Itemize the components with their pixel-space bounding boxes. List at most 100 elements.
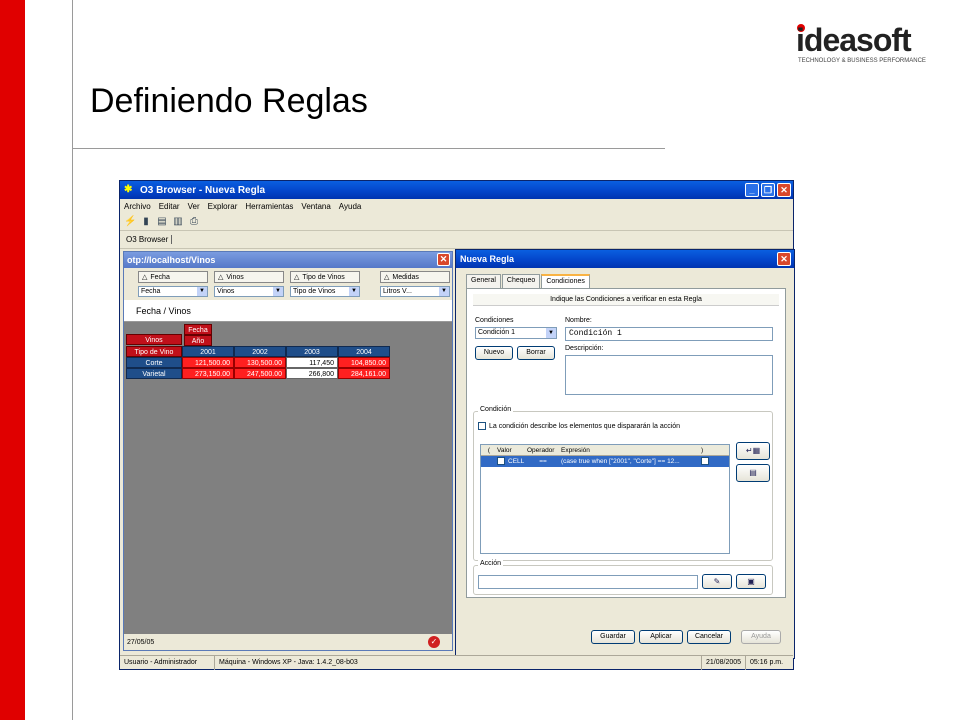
- tab-condiciones[interactable]: Condiciones: [541, 274, 590, 288]
- dimension-header-fecha[interactable]: △ Fecha: [138, 271, 208, 283]
- col-valor: Valor: [497, 447, 512, 454]
- pivot-year-header[interactable]: 2003: [286, 346, 338, 357]
- menu-herramientas[interactable]: Herramientas: [245, 202, 293, 211]
- view-label: Fecha / Vinos: [136, 305, 191, 316]
- tab-o3-browser[interactable]: O3 Browser: [126, 235, 173, 244]
- close-paren-checkbox[interactable]: [701, 457, 709, 466]
- ayuda-button[interactable]: Ayuda: [741, 630, 781, 644]
- tab-general[interactable]: General: [466, 274, 501, 288]
- condicion-group: Condición La condición describe los elem…: [473, 406, 773, 561]
- nuevo-button[interactable]: Nuevo: [475, 346, 513, 360]
- pivot-row-dim[interactable]: Vinos: [126, 334, 182, 345]
- pivot-year-header[interactable]: 2004: [338, 346, 390, 357]
- pivot-year-header[interactable]: 2001: [182, 346, 234, 357]
- chevron-down-icon: ▼: [197, 287, 207, 296]
- accent-bar: [0, 0, 25, 720]
- minimize-button[interactable]: _: [745, 183, 759, 197]
- disconnect-icon[interactable]: ▮: [140, 216, 152, 228]
- cube-status-bar: 27/05/05 ✓: [124, 634, 452, 650]
- pivot-cell[interactable]: 130,500.00: [234, 357, 286, 368]
- menu-ver[interactable]: Ver: [188, 202, 200, 211]
- pivot-cell[interactable]: 104,850.00: [338, 357, 390, 368]
- pivot-cell[interactable]: 266,800: [286, 368, 338, 379]
- pivot-cell[interactable]: 247,500.00: [234, 368, 286, 379]
- pivot-col-sub[interactable]: Año: [184, 335, 212, 346]
- cube-close-button[interactable]: ✕: [437, 253, 450, 266]
- close-button[interactable]: ✕: [777, 183, 791, 197]
- accion-legend: Acción: [478, 560, 504, 567]
- triangle-icon: △: [384, 274, 390, 281]
- condicion-checkbox[interactable]: [478, 422, 486, 430]
- logo-tagline: TECHNOLOGY & BUSINESS PERFORMANCE: [798, 58, 926, 64]
- descripcion-label: Descripción:: [565, 345, 604, 352]
- logo-text: ideasoft: [796, 22, 912, 58]
- slide-title: Definiendo Reglas: [90, 82, 368, 120]
- dimension-select-medidas[interactable]: Litros V... ▼: [380, 286, 450, 297]
- accion-group: Acción ✎ ▣: [473, 560, 773, 595]
- condicion-legend: Condición: [478, 406, 514, 413]
- pivot-cell[interactable]: 117,450: [286, 357, 338, 368]
- new-action-icon[interactable]: ▣: [736, 574, 766, 589]
- paren-checkbox[interactable]: [497, 457, 505, 466]
- cancelar-button[interactable]: Cancelar: [687, 630, 731, 644]
- rule-dialog-title: Nueva Regla: [460, 254, 515, 264]
- dimension-select-vinos[interactable]: Vinos ▼: [214, 286, 284, 297]
- condicion-checkbox-row[interactable]: La condición describe los elementos que …: [478, 422, 680, 430]
- app-icon: ✱: [124, 184, 133, 195]
- pivot-row-label[interactable]: Varietal: [126, 368, 182, 379]
- table-row[interactable]: CELL == (case true when ["2001", "Corte"…: [481, 456, 729, 467]
- condiciones-select[interactable]: Condición 1 ▼: [475, 327, 557, 339]
- dimension-select-tipo[interactable]: Tipo de Vinos ▼: [290, 286, 360, 297]
- ideasoft-logo: ideasoft TECHNOLOGY & BUSINESS PERFORMAN…: [792, 22, 932, 66]
- toolbar: ⚡ ▮ ▤ ▥ ⎙: [120, 213, 793, 231]
- dimension-select-fecha[interactable]: Fecha ▼: [138, 286, 208, 297]
- divider-vertical: [72, 0, 73, 720]
- window-title: O3 Browser - Nueva Regla: [140, 184, 266, 196]
- view-label-bar: Fecha / Vinos: [124, 300, 452, 322]
- pivot-row-sub[interactable]: Tipo de Vino: [126, 346, 182, 357]
- borrar-button[interactable]: Borrar: [517, 346, 555, 360]
- menu-bar: Archivo Editar Ver Explorar Herramientas…: [120, 199, 793, 213]
- cube-status-date: 27/05/05: [127, 638, 155, 646]
- slide: Definiendo Reglas ideasoft TECHNOLOGY & …: [0, 0, 960, 720]
- nombre-input[interactable]: Condición 1: [565, 327, 773, 341]
- menu-explorar[interactable]: Explorar: [208, 202, 238, 211]
- dimension-medidas: △ Medidas Litros V... ▼: [380, 271, 450, 297]
- menu-ventana[interactable]: Ventana: [301, 202, 330, 211]
- rule-dialog: Nueva Regla ✕ General Chequeo Condicione…: [455, 249, 795, 659]
- dimension-header-medidas[interactable]: △ Medidas: [380, 271, 450, 283]
- guardar-button[interactable]: Guardar: [591, 630, 635, 644]
- chevron-down-icon: ▼: [349, 287, 359, 296]
- menu-editar[interactable]: Editar: [159, 202, 180, 211]
- pivot-row-label[interactable]: Corte: [126, 357, 182, 368]
- dimension-header-vinos[interactable]: △ Vinos: [214, 271, 284, 283]
- rule-close-button[interactable]: ✕: [777, 252, 791, 266]
- col-open-paren: (: [487, 447, 491, 454]
- connect-icon[interactable]: ⚡: [124, 216, 136, 228]
- save-icon[interactable]: ▤: [156, 216, 168, 228]
- o3-browser-window: ✱ O3 Browser - Nueva Regla _ ❐ ✕ Archivo…: [119, 180, 795, 670]
- status-time: 05:16 p.m.: [750, 658, 784, 666]
- check-icon[interactable]: ✓: [428, 636, 440, 648]
- pivot-cell[interactable]: 284,161.00: [338, 368, 390, 379]
- dimension-header-tipo[interactable]: △ Tipo de Vinos: [290, 271, 360, 283]
- status-date: 21/08/2005: [702, 655, 746, 670]
- add-row-icon[interactable]: ↵▦: [736, 442, 770, 460]
- descripcion-textarea[interactable]: [565, 355, 773, 395]
- pivot-year-header[interactable]: 2002: [234, 346, 286, 357]
- accion-input[interactable]: [478, 575, 698, 589]
- tab-chequeo[interactable]: Chequeo: [501, 274, 541, 288]
- pivot-cell[interactable]: 273,150.00: [182, 368, 234, 379]
- status-user: Usuario - Administrador: [120, 655, 215, 670]
- print-icon[interactable]: ⎙: [188, 216, 200, 228]
- menu-archivo[interactable]: Archivo: [124, 202, 151, 211]
- menu-ayuda[interactable]: Ayuda: [339, 202, 362, 211]
- cube-window-title: otp://localhost/Vinos: [127, 255, 216, 265]
- maximize-button[interactable]: ❐: [761, 183, 775, 197]
- delete-row-icon[interactable]: ▤: [736, 464, 770, 482]
- pivot-cell[interactable]: 121,500.00: [182, 357, 234, 368]
- pivot-col-dim[interactable]: Fecha: [184, 324, 212, 335]
- aplicar-button[interactable]: Aplicar: [639, 630, 683, 644]
- export-icon[interactable]: ▥: [172, 216, 184, 228]
- edit-action-icon[interactable]: ✎: [702, 574, 732, 589]
